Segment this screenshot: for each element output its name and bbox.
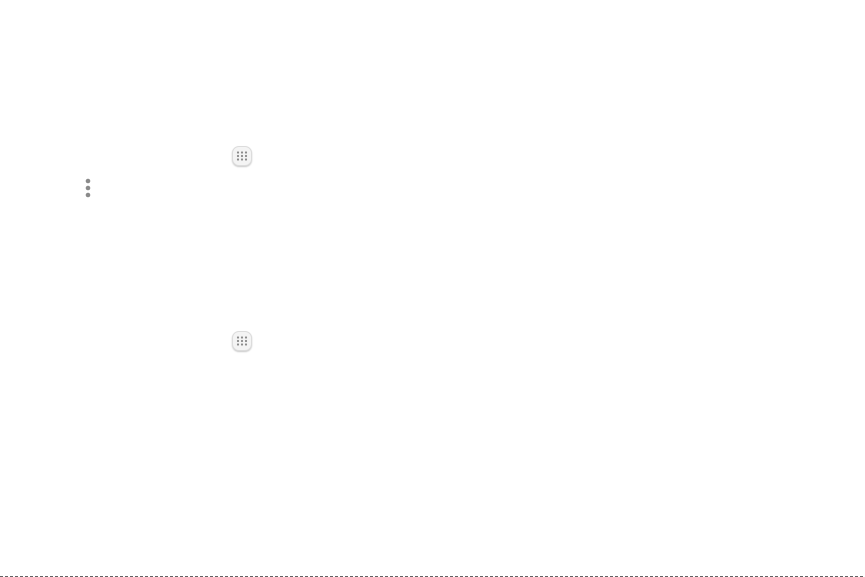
apps-button[interactable] bbox=[232, 331, 252, 351]
more-options-button[interactable] bbox=[84, 178, 92, 198]
apps-grid-icon bbox=[236, 151, 248, 161]
more-vertical-icon bbox=[84, 178, 92, 198]
apps-button[interactable] bbox=[232, 146, 252, 166]
apps-grid-icon bbox=[236, 336, 248, 346]
